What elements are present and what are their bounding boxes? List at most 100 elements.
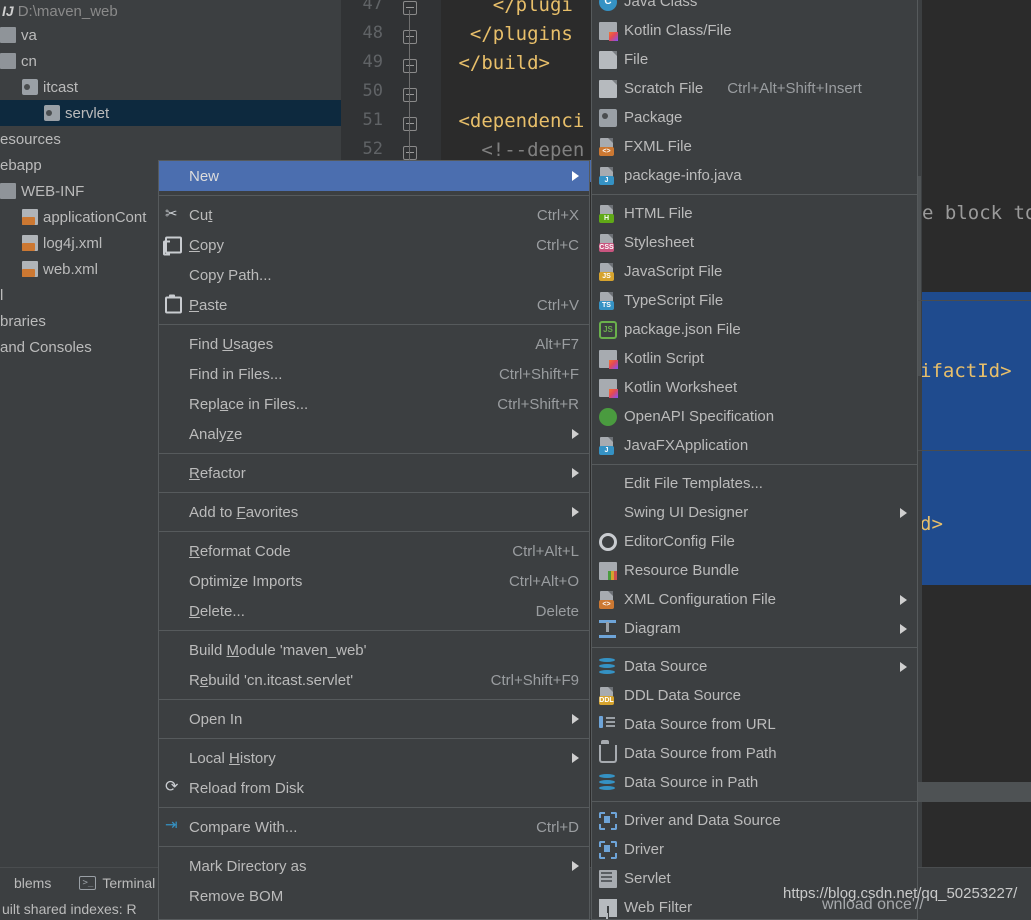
menu-item-data-source-from-url[interactable]: Data Source from URL — [592, 710, 917, 739]
tree-item-cn[interactable]: cn — [0, 48, 341, 74]
url-source-icon — [599, 715, 617, 734]
menu-item-analyze[interactable]: Analyze — [159, 419, 589, 449]
menu-item-build-module-maven-web[interactable]: Build Module 'maven_web' — [159, 635, 589, 665]
xml-config-icon: <> — [599, 590, 617, 609]
menu-item-paste[interactable]: Paste Ctrl+V — [159, 290, 589, 320]
tree-item-label: log4j.xml — [43, 234, 103, 252]
fold-toggle-icon[interactable] — [403, 59, 417, 73]
menu-item-copy-path[interactable]: Copy Path... — [159, 260, 589, 290]
servlet-icon — [599, 869, 617, 888]
menu-item-driver[interactable]: Driver — [592, 835, 917, 864]
menu-item-label: DDL Data Source — [624, 687, 741, 704]
menu-item-editorconfig-file[interactable]: EditorConfig File — [592, 527, 917, 556]
menu-item-mark-directory-as[interactable]: Mark Directory as — [159, 851, 589, 881]
fold-toggle-icon[interactable] — [403, 30, 417, 44]
menu-item-driver-and-data-source[interactable]: Driver and Data Source — [592, 806, 917, 835]
menu-item-data-source-from-path[interactable]: Data Source from Path — [592, 739, 917, 768]
menu-item-optimize-imports[interactable]: Optimize Imports Ctrl+Alt+O — [159, 566, 589, 596]
tool-window-button-terminal[interactable]: >_ Terminal — [65, 875, 169, 891]
chevron-right-icon — [572, 714, 579, 724]
menu-item-local-history[interactable]: Local History — [159, 743, 589, 773]
tree-item-itcast[interactable]: itcast — [0, 74, 341, 100]
menu-item-add-to-favorites[interactable]: Add to Favorites — [159, 497, 589, 527]
tree-item-va[interactable]: va — [0, 22, 341, 48]
fold-toggle-icon[interactable] — [403, 117, 417, 131]
menu-item-shortcut: Delete — [535, 602, 579, 620]
menu-item-diagram[interactable]: Diagram — [592, 614, 917, 643]
menu-item-find-in-files[interactable]: Find in Files... Ctrl+Shift+F — [159, 359, 589, 389]
menu-item-xml-configuration-file[interactable]: <> XML Configuration File — [592, 585, 917, 614]
menu-item-new[interactable]: New — [159, 161, 589, 191]
menu-item-package-json-file[interactable]: JS package.json File — [592, 315, 917, 344]
menu-item-resource-bundle[interactable]: Resource Bundle — [592, 556, 917, 585]
menu-item-javafxapplication[interactable]: J JavaFXApplication — [592, 431, 917, 460]
menu-item-label: Find Usages — [189, 335, 274, 353]
menu-item-replace-in-files[interactable]: Replace in Files... Ctrl+Shift+R — [159, 389, 589, 419]
menu-item-label: FXML File — [624, 138, 692, 155]
menu-item-compare-with[interactable]: ⇥ Compare With... Ctrl+D — [159, 812, 589, 842]
menu-item-openapi-specification[interactable]: OpenAPI Specification — [592, 402, 917, 431]
menu-item-swing-ui-designer[interactable]: Swing UI Designer — [592, 498, 917, 527]
menu-item-fxml-file[interactable]: <> FXML File — [592, 132, 917, 161]
tree-item-esources[interactable]: esources — [0, 126, 341, 152]
fold-toggle-icon[interactable] — [403, 1, 417, 15]
menu-item-shortcut: Ctrl+Shift+R — [497, 395, 579, 413]
menu-item-scratch-file[interactable]: Scratch File Ctrl+Alt+Shift+Insert — [592, 74, 917, 103]
menu-item-data-source[interactable]: Data Source — [592, 652, 917, 681]
menu-item-ddl-data-source[interactable]: DDL DDL Data Source — [592, 681, 917, 710]
chevron-right-icon — [900, 661, 907, 672]
menu-item-package[interactable]: Package — [592, 103, 917, 132]
menu-item-typescript-file[interactable]: TS TypeScript File — [592, 286, 917, 315]
menu-item-kotlin-class-file[interactable]: Kotlin Class/File — [592, 16, 917, 45]
menu-item-label: Data Source — [624, 658, 708, 675]
menu-item-html-file[interactable]: H HTML File — [592, 199, 917, 228]
tree-item-label: servlet — [65, 104, 110, 122]
menu-item-kotlin-script[interactable]: Kotlin Script — [592, 344, 917, 373]
menu-item-label: Cut — [189, 206, 213, 224]
menu-item-rebuild-cn-itcast-servlet[interactable]: Rebuild 'cn.itcast.servlet' Ctrl+Shift+F9 — [159, 665, 589, 695]
line-number: 49 — [362, 52, 383, 72]
file-icon — [599, 50, 617, 69]
watermark-ghost-text: wnload once'// — [822, 896, 924, 913]
code-line: <!--depen — [447, 139, 585, 161]
tool-window-button-label: Terminal — [102, 874, 156, 891]
fold-toggle-icon[interactable] — [403, 88, 417, 102]
menu-item-label: Refactor — [189, 464, 246, 482]
tool-window-button-blems[interactable]: blems — [0, 875, 65, 891]
menu-item-kotlin-worksheet[interactable]: Kotlin Worksheet — [592, 373, 917, 402]
menu-item-label: Kotlin Worksheet — [624, 379, 738, 396]
menu-item-shortcut: Ctrl+Alt+Shift+Insert — [727, 80, 862, 97]
menu-item-find-usages[interactable]: Find Usages Alt+F7 — [159, 329, 589, 359]
menu-item-java-class[interactable]: C Java Class — [592, 0, 917, 16]
menu-item-label: XML Configuration File — [624, 591, 777, 608]
menu-item-javascript-file[interactable]: JS JavaScript File — [592, 257, 917, 286]
driver-icon — [599, 840, 617, 859]
menu-item-reload-from-disk[interactable]: ⟳ Reload from Disk — [159, 773, 589, 803]
menu-item-data-source-in-path[interactable]: Data Source in Path — [592, 768, 917, 797]
fold-guide-line — [409, 10, 410, 160]
filter-icon — [599, 898, 617, 919]
fold-toggle-icon[interactable] — [403, 146, 417, 160]
menu-item-delete[interactable]: Delete... Delete — [159, 596, 589, 626]
menu-item-remove-bom[interactable]: Remove BOM — [159, 881, 589, 911]
menu-item-refactor[interactable]: Refactor — [159, 458, 589, 488]
tree-item-servlet[interactable]: servlet — [0, 100, 341, 126]
menu-item-stylesheet[interactable]: CSS Stylesheet — [592, 228, 917, 257]
menu-item-open-in[interactable]: Open In — [159, 704, 589, 734]
menu-item-add-bom[interactable]: Add BOM — [159, 911, 589, 920]
new-submenu[interactable]: C Java Class Kotlin Class/File File Scratch … — [591, 0, 918, 920]
menu-item-edit-file-templates[interactable]: Edit File Templates... — [592, 469, 917, 498]
menu-item-file[interactable]: File — [592, 45, 917, 74]
menu-item-copy[interactable]: Copy Ctrl+C — [159, 230, 589, 260]
menu-separator — [592, 194, 917, 195]
java-file-icon: J — [599, 166, 617, 185]
menu-item-cut[interactable]: ✂ Cut Ctrl+X — [159, 200, 589, 230]
tree-item-label: l — [0, 286, 4, 304]
menu-item-reformat-code[interactable]: Reformat Code Ctrl+Alt+L — [159, 536, 589, 566]
kotlin-icon — [599, 378, 618, 398]
context-menu[interactable]: New ✂ Cut Ctrl+X Copy Ctrl+C Copy Path... Paste… — [158, 160, 590, 920]
menu-item-label: Analyze — [189, 425, 243, 443]
status-bar-text: uilt shared indexes: R — [2, 900, 137, 917]
menu-item-label: Scratch File — [624, 80, 704, 97]
menu-item-package-info-java[interactable]: Jpackage-info.java — [592, 161, 917, 190]
